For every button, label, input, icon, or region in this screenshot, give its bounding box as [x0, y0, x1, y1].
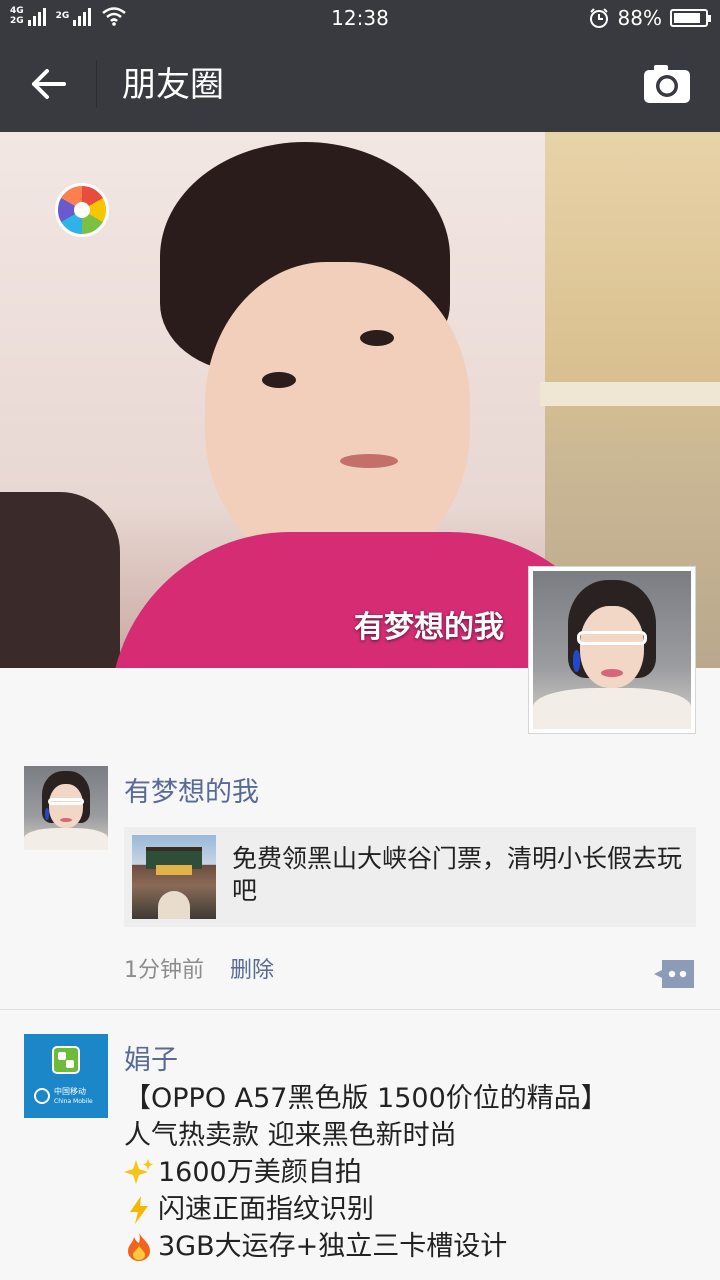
- cover-eye-right: [360, 330, 394, 346]
- alarm-icon: [589, 8, 608, 28]
- fire-icon: [128, 1232, 150, 1261]
- battery-icon: [670, 9, 711, 27]
- post-avatar[interactable]: [24, 766, 108, 850]
- post-line: 【OPPO A57黑色版 1500价位的精品】: [124, 1080, 714, 1117]
- cover-shadow: [0, 492, 120, 668]
- sparkles-icon: [124, 1158, 153, 1184]
- post-line-text: 闪速正面指纹识别: [158, 1194, 374, 1225]
- post-line: 闪速正面指纹识别: [124, 1191, 714, 1228]
- cover-eye-left: [262, 372, 296, 388]
- comment-dots-icon: [654, 960, 694, 988]
- link-title: 免费领黑山大峡谷门票，清明小长假去玩吧: [232, 844, 683, 905]
- logo-text-cn: 中国移动: [54, 1087, 86, 1096]
- post-line: 1600万美颜自拍: [124, 1154, 714, 1191]
- logo-text-en: China Mobile: [54, 1098, 93, 1105]
- cover-mouth: [340, 454, 398, 468]
- cover-face: [205, 262, 470, 572]
- link-card[interactable]: 免费领黑山大峡谷门票，清明小长假去玩吧: [124, 827, 696, 927]
- post-text: 【OPPO A57黑色版 1500价位的精品】 人气热卖款 迎来黑色新时尚 16…: [124, 1080, 714, 1265]
- back-button[interactable]: [20, 56, 76, 112]
- status-bar: 4G 2G 2G 12:38 88%: [0, 0, 720, 36]
- camera-icon: [644, 65, 690, 103]
- avatar-photo: [24, 766, 108, 850]
- post-avatar[interactable]: 中国移动 China Mobile: [24, 1034, 108, 1118]
- china-mobile-swirl-icon: [34, 1088, 50, 1104]
- cover-molding: [540, 382, 720, 406]
- page-title: 朋友圈: [122, 65, 224, 105]
- post-line-text: 【OPPO A57黑色版 1500价位的精品】: [124, 1083, 608, 1114]
- post-divider: [0, 1009, 720, 1010]
- battery-percent: 88%: [617, 6, 662, 30]
- post-line-text: 人气热卖款 迎来黑色新时尚: [124, 1120, 457, 1151]
- title-bar: 朋友圈: [0, 36, 720, 132]
- cover-user-name: 有梦想的我: [354, 610, 504, 645]
- arrow-left-icon: [32, 69, 66, 99]
- delete-link[interactable]: 删除: [230, 952, 274, 984]
- comment-button[interactable]: [652, 958, 696, 990]
- title-divider: [96, 60, 97, 108]
- post-author[interactable]: 娟子: [124, 1038, 178, 1077]
- post-line: 3GB大运存+独立三卡槽设计: [124, 1228, 714, 1265]
- avatar-photo: [533, 571, 691, 729]
- my-avatar[interactable]: [528, 566, 696, 734]
- link-thumbnail: [132, 835, 216, 919]
- battery-level: [674, 13, 701, 23]
- post-line: 人气热卖款 迎来黑色新时尚: [124, 1117, 714, 1154]
- post-time: 1分钟前: [124, 958, 204, 983]
- lightning-icon: [130, 1195, 148, 1224]
- camera-aperture-icon[interactable]: [55, 183, 109, 237]
- post-line-text: 1600万美颜自拍: [158, 1157, 362, 1188]
- post-line-text: 3GB大运存+独立三卡槽设计: [158, 1231, 508, 1262]
- post-author[interactable]: 有梦想的我: [124, 770, 259, 809]
- status-right: 88%: [588, 6, 711, 30]
- camera-button[interactable]: [642, 62, 692, 106]
- china-mobile-logo-icon: [52, 1046, 80, 1074]
